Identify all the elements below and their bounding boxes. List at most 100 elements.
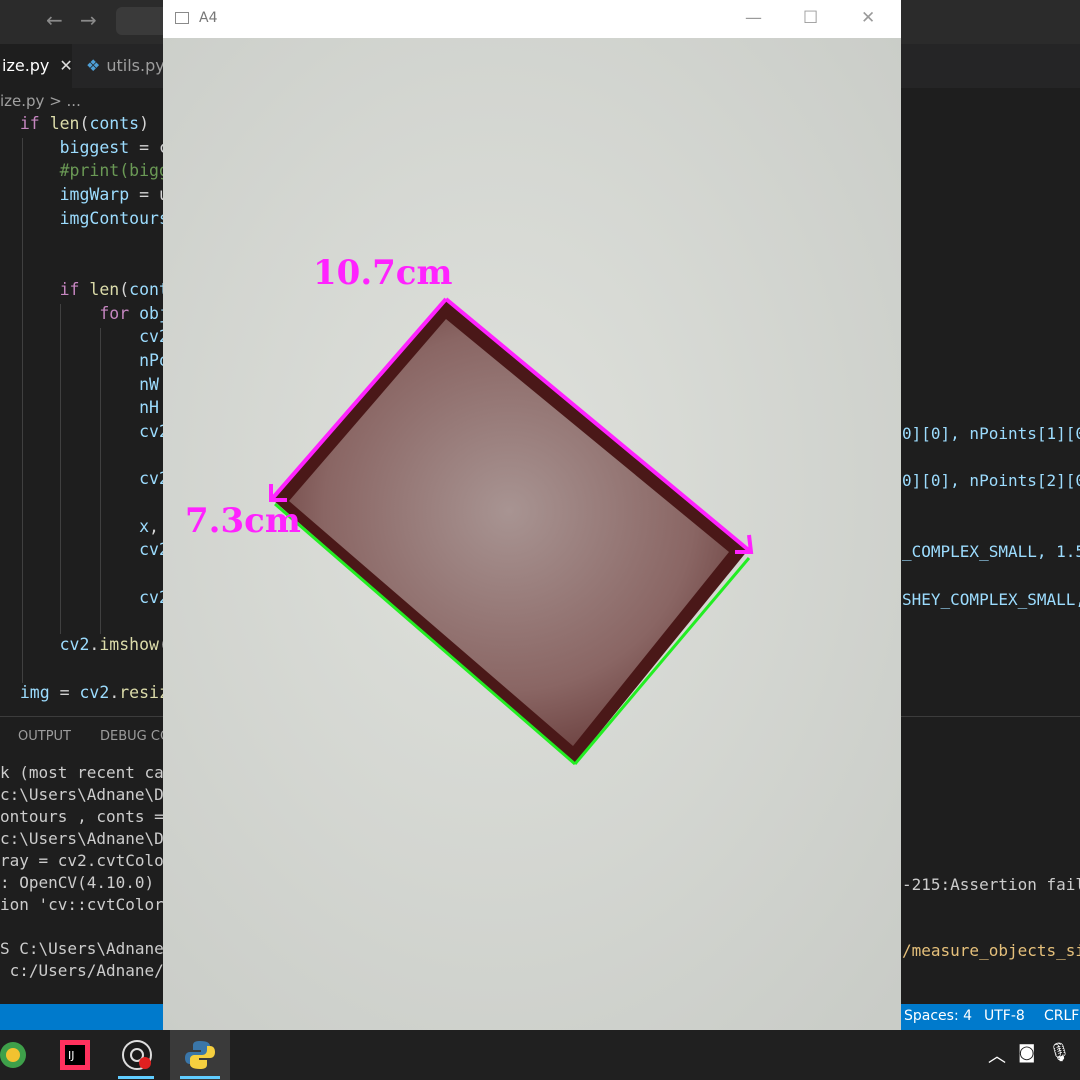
taskbar	[0, 1030, 1080, 1080]
code-token: (	[119, 279, 130, 299]
jetbrains-icon[interactable]: IJ	[58, 1038, 92, 1072]
window-titlebar[interactable]: A4 — ☐ ✕	[163, 0, 901, 38]
terminal-line: ion 'cv::cvtColor'	[0, 895, 174, 914]
camera-icon[interactable]: ◙	[1018, 1042, 1035, 1063]
forward-arrow-icon[interactable]: →	[80, 8, 97, 32]
code-line: nW	[0, 373, 169, 397]
code-token: ,	[149, 516, 159, 536]
maximize-button[interactable]: ☐	[803, 8, 818, 28]
code-token: for	[99, 303, 140, 323]
code-line: imgWarp = u	[0, 183, 169, 207]
code-token: len	[49, 114, 80, 133]
code-token: img	[19, 682, 50, 702]
status-eol[interactable]: CRLF	[1044, 1008, 1079, 1024]
code-overflow-line: 0][0], nPoints[2][0	[902, 471, 1080, 490]
terminal-line: c:\Users\Adnane\Doc	[0, 829, 184, 848]
code-token: imgContours	[59, 208, 169, 228]
python-file-icon: ❖	[86, 56, 101, 75]
height-measurement-label: 7.3cm	[185, 501, 301, 541]
python-icon[interactable]	[183, 1038, 217, 1072]
tab-label: utils.py	[106, 56, 165, 75]
code-overflow-line: SHEY_COMPLEX_SMALL,	[902, 590, 1080, 609]
status-encoding[interactable]: UTF-8	[984, 1008, 1025, 1024]
code-token: (	[79, 114, 90, 133]
terminal-line: c:/Users/Adnane/Dc	[0, 961, 184, 980]
code-line: nPo	[0, 349, 169, 373]
code-overflow-line: 0][0], nPoints[1][0	[902, 424, 1080, 443]
code-line: biggest = c	[0, 136, 169, 160]
taskbar-running-indicator	[180, 1076, 220, 1079]
code-token: cv2	[59, 635, 90, 655]
code-line: #print(bigg	[0, 159, 169, 183]
code-token: cv2	[79, 682, 110, 702]
code-line: x,	[0, 515, 169, 539]
terminal-overflow-line: -215:Assertion faile	[902, 875, 1080, 894]
terminal-line: ray = cv2.cvtColor(	[0, 851, 184, 870]
taskbar-running-indicator	[118, 1076, 154, 1079]
code-token: .	[109, 682, 120, 702]
code-overflow-line: _COMPLEX_SMALL, 1.5	[902, 542, 1080, 561]
microphone-icon[interactable]: 🎙	[1048, 1042, 1071, 1063]
back-arrow-icon[interactable]: ←	[46, 8, 63, 32]
window-app-icon	[175, 12, 189, 24]
opencv-window[interactable]: A4 — ☐ ✕ 10.7cm 7.3cm	[163, 0, 901, 1030]
code-line: for obj	[0, 302, 169, 326]
code-line: cv2	[0, 586, 169, 610]
code-line: cv2	[0, 467, 169, 491]
terminal-line: S C:\Users\Adnane\D	[0, 939, 184, 958]
tab-debug-console[interactable]: DEBUG CO	[100, 729, 170, 744]
breadcrumb[interactable]: ize.py > ...	[0, 92, 81, 110]
code-token: resiz	[119, 682, 169, 702]
code-lines[interactable]: if len(conts) ! biggest = c #print(bigg …	[0, 112, 169, 704]
code-line: cv2	[0, 420, 169, 444]
terminal-output[interactable]: k (most recent call c:\Users\Adnane\Doc on…	[0, 762, 183, 982]
code-token: =	[49, 682, 80, 702]
code-line: if len(conts) !	[0, 112, 169, 136]
terminal-line: ontours , conts = u	[0, 807, 184, 826]
code-token: nW	[139, 374, 159, 394]
tab-output[interactable]: OUTPUT	[18, 729, 71, 744]
terminal-line: : OpenCV(4.10.0) D	[0, 873, 174, 892]
code-line: cv2.imshow(	[0, 633, 169, 657]
terminal-overflow-line: /measure_objects_siz	[902, 941, 1080, 960]
code-token: x	[139, 516, 150, 536]
chevron-up-icon[interactable]: ︿	[988, 1042, 1006, 1068]
code-line: nH	[0, 396, 169, 420]
code-token: imgWarp	[59, 185, 130, 205]
window-title: A4	[199, 10, 218, 26]
minimize-button[interactable]: —	[745, 8, 762, 28]
code-token: nH	[139, 398, 159, 418]
code-line: imgContours	[0, 207, 169, 231]
code-token: if	[59, 279, 90, 299]
code-line: if len(cont	[0, 278, 169, 302]
close-icon[interactable]: ✕	[59, 56, 72, 75]
terminal-line: c:\Users\Adnane\Doc	[0, 785, 184, 804]
code-token: .	[89, 635, 100, 655]
code-token: biggest	[59, 137, 130, 157]
width-measurement-label: 10.7cm	[313, 253, 453, 293]
tab-utils[interactable]: ❖ utils.py	[86, 44, 165, 88]
tab-label: ize.py	[2, 56, 50, 75]
code-line: cv2	[0, 325, 169, 349]
close-button[interactable]: ✕	[861, 8, 875, 28]
tab-active-file[interactable]: ize.py ✕	[0, 44, 73, 88]
obs-icon[interactable]	[120, 1038, 154, 1072]
code-token: imshow	[99, 635, 159, 655]
code-line: cv2	[0, 538, 169, 562]
code-token: conts	[89, 114, 140, 133]
code-token: #print(bigg	[59, 161, 169, 181]
app-icon[interactable]	[0, 1038, 30, 1072]
code-line: img = cv2.resiz	[0, 681, 169, 705]
image-canvas: 10.7cm 7.3cm	[163, 38, 901, 1030]
svg-text:IJ: IJ	[68, 1049, 75, 1062]
status-indentation[interactable]: Spaces: 4	[904, 1008, 972, 1024]
code-token: len	[89, 279, 120, 299]
